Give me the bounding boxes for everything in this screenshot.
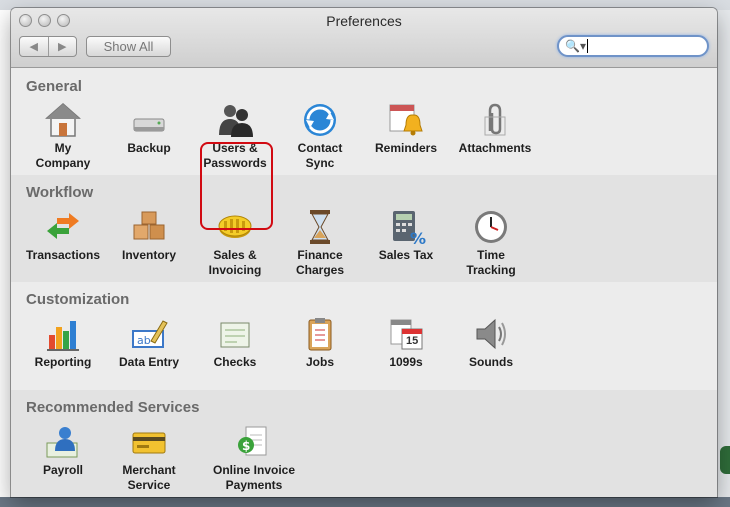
pane-label: Reminders xyxy=(374,141,438,155)
pane-reporting[interactable]: Reporting xyxy=(20,315,106,370)
pane-label: Sales Tax xyxy=(378,248,434,262)
bar-chart-icon xyxy=(43,315,83,353)
pane-label: Sales & Invoicing xyxy=(208,248,262,277)
payroll-icon xyxy=(43,423,83,461)
section-title: Recommended Services xyxy=(26,399,200,416)
pane-label: Checks xyxy=(213,355,257,369)
boxes-icon xyxy=(129,208,169,246)
section-title: Workflow xyxy=(26,184,94,201)
calculator-icon: % xyxy=(386,208,426,248)
pane-label: Data Entry xyxy=(118,355,180,369)
pane-transactions[interactable]: Transactions xyxy=(20,208,106,263)
pane-payroll[interactable]: Payroll xyxy=(20,423,106,478)
pane-label: Contact Sync xyxy=(297,141,343,170)
calendar-day-label: 15 xyxy=(406,335,419,347)
pane-contact-sync[interactable]: Contact Sync xyxy=(277,101,363,171)
clock-icon xyxy=(471,208,511,246)
speaker-icon xyxy=(471,315,511,353)
pane-reminders[interactable]: Reminders xyxy=(363,101,449,156)
background-right-pane xyxy=(716,10,730,507)
svg-text:%: % xyxy=(410,229,426,246)
pane-sounds[interactable]: Sounds xyxy=(448,315,534,370)
calendar-icon: 15 xyxy=(386,315,426,353)
pane-label: 1099s xyxy=(389,355,423,369)
invoice-icon: $ xyxy=(234,423,274,461)
title-bar: Preferences ◀ ▶ Show All 🔍▾ xyxy=(11,8,717,68)
search-input[interactable] xyxy=(589,38,701,54)
pane-label: Backup xyxy=(127,141,171,155)
drive-icon xyxy=(129,101,169,139)
pane-sales-tax[interactable]: % Sales Tax xyxy=(363,208,449,263)
pane-label: Sounds xyxy=(469,355,513,369)
pane-online-invoice-payments[interactable]: $ Online Invoice Payments xyxy=(204,423,304,493)
pane-label: Time Tracking xyxy=(466,248,516,277)
pane-data-entry[interactable]: ab Data Entry xyxy=(106,315,192,370)
paperclip-icon xyxy=(475,101,515,139)
svg-text:$: $ xyxy=(242,439,250,453)
pane-backup[interactable]: Backup xyxy=(106,101,192,156)
pane-inventory[interactable]: Inventory xyxy=(106,208,192,263)
house-icon xyxy=(43,101,83,139)
highlight-outline xyxy=(200,142,273,230)
pane-jobs[interactable]: Jobs xyxy=(277,315,363,370)
pane-finance-charges[interactable]: Finance Charges xyxy=(277,208,363,278)
pane-label: Inventory xyxy=(121,248,176,262)
back-button[interactable]: ◀ xyxy=(20,37,48,56)
hourglass-icon xyxy=(300,208,340,246)
preferences-content: General Workflow Customization Recommend… xyxy=(11,69,717,497)
svg-text:ab: ab xyxy=(137,334,151,347)
forward-arrow-icon: ▶ xyxy=(58,41,67,53)
window-title: Preferences xyxy=(326,13,402,29)
pane-label: Finance Charges xyxy=(295,248,345,277)
pane-time-tracking[interactable]: Time Tracking xyxy=(448,208,534,278)
clipboard-icon xyxy=(300,315,340,353)
section-title: Customization xyxy=(26,291,130,308)
pane-label: Transactions xyxy=(25,248,101,262)
check-icon xyxy=(215,315,255,353)
pane-label: Attachments xyxy=(458,141,532,155)
pane-1099s[interactable]: 15 1099s xyxy=(363,315,449,370)
data-entry-icon: ab xyxy=(129,315,169,353)
section-title: General xyxy=(26,78,82,95)
search-icon: 🔍▾ xyxy=(565,39,586,53)
forward-button[interactable]: ▶ xyxy=(47,37,77,56)
arrows-icon xyxy=(43,208,83,246)
bell-calendar-icon xyxy=(386,101,426,139)
back-arrow-icon: ◀ xyxy=(29,41,38,53)
pane-checks[interactable]: Checks xyxy=(192,315,278,370)
pane-label: Payroll xyxy=(42,463,84,477)
search-field[interactable]: 🔍▾ xyxy=(557,35,709,57)
background-bottom-strip xyxy=(0,497,730,507)
credit-card-icon xyxy=(129,423,169,461)
pane-my-company[interactable]: My Company xyxy=(20,101,106,171)
pane-label: Reporting xyxy=(34,355,92,369)
pane-attachments[interactable]: Attachments xyxy=(452,101,538,156)
pane-label: Merchant Service xyxy=(122,463,176,492)
show-all-button[interactable]: Show All xyxy=(86,36,171,57)
users-icon xyxy=(215,101,255,139)
text-caret xyxy=(587,39,588,53)
background-chip xyxy=(720,446,730,474)
pane-merchant-service[interactable]: Merchant Service xyxy=(106,423,192,493)
sync-icon xyxy=(300,101,340,139)
nav-segmented-control: ◀ ▶ xyxy=(19,36,77,57)
pane-label: My Company xyxy=(35,141,91,170)
pane-label: Jobs xyxy=(305,355,334,369)
preferences-window: Preferences ◀ ▶ Show All 🔍▾ General Work… xyxy=(11,8,717,497)
pane-label: Online Invoice Payments xyxy=(212,463,296,492)
